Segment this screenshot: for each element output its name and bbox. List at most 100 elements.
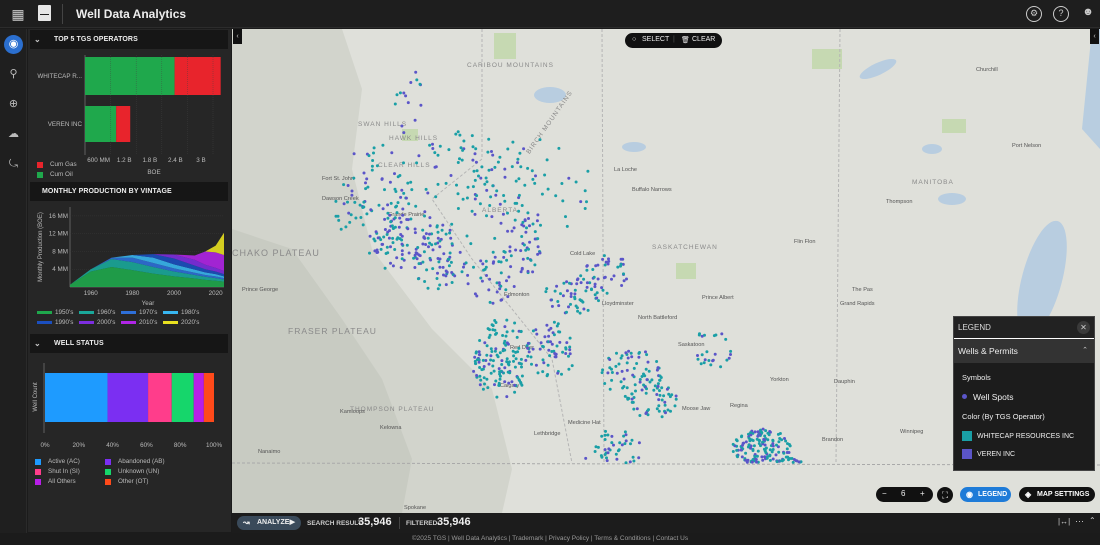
clear-button[interactable]: CLEAR: [692, 36, 715, 43]
well-spot: [655, 360, 659, 363]
tgs-logo[interactable]: [38, 5, 51, 21]
well-spot: [428, 224, 432, 228]
well-spot: [491, 359, 495, 363]
wells-permits-section[interactable]: Wells & Permits ⌃: [954, 339, 1094, 363]
well-spot: [757, 439, 761, 443]
operators-section-header[interactable]: ⌄ TOP 5 TGS OPERATORS: [30, 30, 228, 49]
close-icon[interactable]: ✕: [1077, 321, 1090, 334]
share-icon[interactable]: ⤿: [4, 155, 23, 174]
zoom-search-icon[interactable]: ⊕: [4, 95, 23, 114]
well-spot: [503, 250, 507, 254]
well-spot: [629, 442, 632, 446]
well-spot: [658, 374, 662, 378]
well-spot: [486, 386, 490, 390]
well-spot: [481, 262, 485, 266]
well-status-section-header[interactable]: ⌄ WELL STATUS: [30, 334, 228, 353]
well-spot: [487, 137, 491, 141]
user-icon[interactable]: ☻: [1080, 6, 1096, 22]
well-spot: [560, 372, 563, 376]
well-spot: [644, 412, 648, 415]
well-spot: [524, 230, 528, 234]
well-spot: [487, 168, 491, 172]
filtered-label: FILTERED:: [406, 520, 440, 527]
well-spot: [526, 341, 530, 345]
well-spot: [362, 200, 366, 204]
location-icon[interactable]: ◉: [4, 35, 23, 54]
well-spot: [520, 204, 524, 207]
well-spot: [475, 169, 479, 173]
well-spot: [494, 332, 497, 336]
well-spot: [477, 174, 480, 178]
vintage-section-header[interactable]: MONTHLY PRODUCTION BY VINTAGE: [30, 182, 228, 201]
well-spot: [499, 221, 503, 225]
well-spot: [447, 148, 451, 152]
well-spot: [632, 459, 636, 463]
layers-icon: ◈: [1025, 490, 1032, 499]
fullscreen-button[interactable]: ⛶: [937, 487, 953, 503]
more-icon[interactable]: ⋯: [1075, 516, 1084, 527]
x-tick-label: 80%: [174, 442, 187, 449]
well-spot: [497, 281, 501, 285]
zoom-out-button[interactable]: −: [882, 489, 887, 498]
search-icon[interactable]: ⚲: [4, 65, 23, 84]
well-spot: [657, 404, 661, 408]
chart-icon: ↝: [243, 518, 250, 527]
legend-label: 2020's: [181, 319, 200, 326]
well-spot: [482, 365, 486, 368]
well-spot: [592, 275, 596, 279]
search-result-count: 35,946: [358, 516, 392, 528]
well-spot: [568, 348, 572, 352]
app-grid-icon[interactable]: ▦: [10, 6, 26, 22]
well-spot: [623, 394, 627, 398]
well-spot: [533, 181, 537, 185]
well-spot: [342, 202, 346, 206]
well-spot: [493, 165, 497, 169]
well-spot: [402, 91, 406, 95]
well-spot: [365, 177, 369, 181]
expand-right-button[interactable]: ‹: [1090, 29, 1099, 44]
well-spot: [449, 236, 453, 240]
legend-panel: LEGEND ✕ Wells & Permits ⌃ Symbols Well …: [953, 316, 1095, 471]
well-spot: [620, 369, 624, 373]
well-spot: [614, 452, 618, 456]
well-spot: [421, 228, 425, 232]
well-spot: [768, 454, 772, 458]
well-spot: [544, 290, 548, 294]
legend-button[interactable]: ◉ LEGEND: [960, 487, 1011, 502]
well-spot: [385, 245, 389, 249]
well-spot: [765, 456, 769, 460]
well-spot: [424, 187, 428, 191]
select-button[interactable]: SELECT: [642, 36, 669, 43]
legend-swatch: [35, 459, 41, 465]
well-spot: [510, 165, 514, 169]
well-spot: [776, 432, 780, 436]
well-spot: [497, 367, 501, 371]
fit-width-icon[interactable]: |↔|: [1058, 517, 1070, 526]
well-spot: [657, 398, 661, 402]
x-tick-label: 20%: [72, 442, 85, 449]
legend-swatch: [37, 172, 43, 178]
well-spot: [608, 366, 612, 370]
well-spot: [610, 434, 614, 438]
well-spot: [630, 355, 634, 359]
analyze-button[interactable]: ↝ ANALYZE ▶: [237, 516, 301, 530]
legend-item-label: VEREN INC: [977, 451, 1016, 458]
y-axis-label: Well Count: [33, 382, 39, 412]
well-spot: [775, 460, 779, 464]
settings-icon[interactable]: ⚙: [1026, 6, 1042, 22]
help-icon[interactable]: ?: [1053, 6, 1069, 22]
well-spot: [507, 360, 511, 364]
well-spot: [602, 276, 606, 280]
well-spot: [393, 216, 397, 220]
map-settings-button[interactable]: ◈ MAP SETTINGS: [1019, 487, 1095, 502]
well-spot: [406, 181, 410, 185]
well-spot: [593, 282, 597, 286]
upload-icon[interactable]: ☁: [4, 125, 23, 144]
well-spot: [625, 277, 628, 281]
well-spot: [400, 242, 404, 246]
collapse-panel-button[interactable]: ‹: [233, 29, 242, 44]
well-spot: [615, 351, 618, 355]
zoom-in-button[interactable]: +: [920, 489, 925, 498]
expand-up-icon[interactable]: ⌃: [1089, 516, 1096, 525]
well-spot: [436, 182, 440, 186]
